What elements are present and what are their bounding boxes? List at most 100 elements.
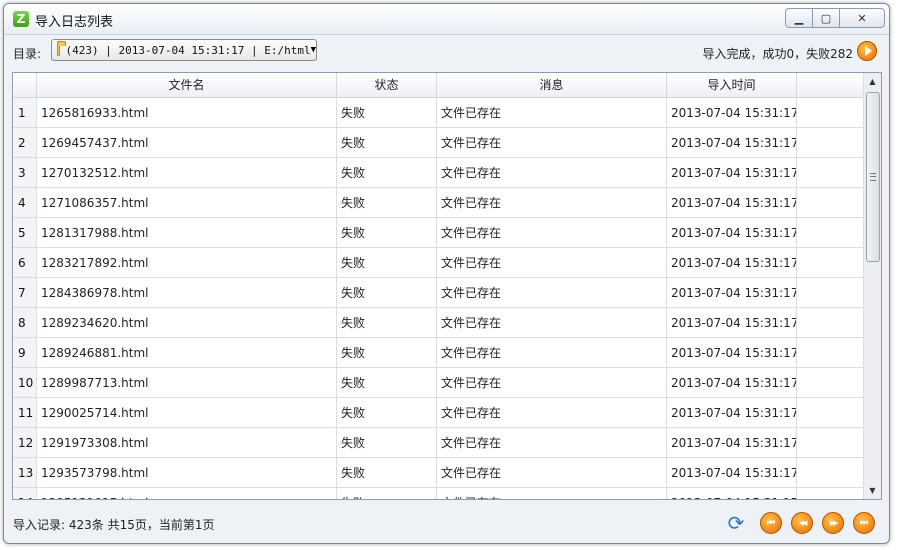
row-message: 文件已存在	[437, 308, 667, 338]
row-status: 失败	[337, 458, 437, 488]
row-status: 失败	[337, 98, 437, 128]
row-status: 失败	[337, 278, 437, 308]
row-index: 11	[13, 398, 37, 428]
table-row[interactable]: 3 1270132512.html 失败 文件已存在 2013-07-04 15:31:…	[13, 158, 865, 188]
window-controls: ▁ ▢ ✕	[785, 8, 885, 28]
row-filename: 1271086357.html	[37, 188, 337, 218]
row-import-time: 2013-07-04 15:31:17	[667, 188, 797, 218]
row-import-time: 2013-07-04 15:31:17	[667, 488, 797, 499]
table-row[interactable]: 1 1265816933.html 失败 文件已存在 2013-07-04 15:31:…	[13, 98, 865, 128]
row-filename: 1290025714.html	[37, 398, 337, 428]
row-message: 文件已存在	[437, 158, 667, 188]
table-row[interactable]: 9 1289246881.html 失败 文件已存在 2013-07-04 15:31:…	[13, 338, 865, 368]
maximize-button[interactable]: ▢	[812, 8, 840, 28]
row-filler	[797, 398, 865, 428]
directory-dropdown[interactable]: (423) | 2013-07-04 15:31:17 | E:/html ▼	[51, 39, 317, 61]
scrollbar-thumb[interactable]	[866, 92, 880, 262]
import-log-window: Z 导入日志列表 ▁ ▢ ✕ 目录: (423) | 2013-07-04 15…	[3, 3, 890, 544]
table-row[interactable]: 8 1289234620.html 失败 文件已存在 2013-07-04 15:31:…	[13, 308, 865, 338]
refresh-button[interactable]: ⟳	[725, 511, 747, 535]
table-row[interactable]: 141295131015.html失败文件已存在2013-07-04 15:31…	[13, 488, 865, 499]
row-filler	[797, 338, 865, 368]
row-message: 文件已存在	[437, 188, 667, 218]
row-import-time: 2013-07-04 15:31:17	[667, 458, 797, 488]
row-filler	[797, 278, 865, 308]
scroll-up-icon[interactable]: ▲	[864, 73, 881, 90]
dropdown-arrow-icon: ▼	[310, 45, 316, 55]
row-import-time: 2013-07-04 15:31:17	[667, 368, 797, 398]
row-filler	[797, 158, 865, 188]
row-filename: 1283217892.html	[37, 248, 337, 278]
header-index	[13, 73, 37, 97]
row-filename: 1284386978.html	[37, 278, 337, 308]
row-import-time: 2013-07-04 15:31:17	[667, 338, 797, 368]
row-import-time: 2013-07-04 15:31:17	[667, 98, 797, 128]
next-page-button[interactable]: ▶▶	[822, 512, 844, 534]
table-row[interactable]: 11 1290025714.html 失败 文件已存在 2013-07-04 15:31…	[13, 398, 865, 428]
last-page-button[interactable]: ⏭	[853, 512, 875, 534]
import-status-text: 导入完成，成功0，失败282	[702, 47, 853, 61]
row-import-time: 2013-07-04 15:31:17	[667, 128, 797, 158]
row-index: 1	[13, 98, 37, 128]
header-import-time[interactable]: 导入时间	[667, 73, 797, 97]
table-row[interactable]: 13 1293573798.html 失败 文件已存在 2013-07-04 15:31…	[13, 458, 865, 488]
scroll-down-icon[interactable]: ▼	[864, 482, 881, 499]
row-filler	[797, 308, 865, 338]
footer: 导入记录: 423条 共15页，当前第1页 ⟳ ⏮ ◀◀ ▶▶ ⏭	[4, 504, 889, 542]
row-status: 失败	[337, 188, 437, 218]
header-message[interactable]: 消息	[437, 73, 667, 97]
row-filler	[797, 188, 865, 218]
table-row[interactable]: 12 1291973308.html 失败 文件已存在 2013-07-04 15:31…	[13, 428, 865, 458]
prev-page-button[interactable]: ◀◀	[791, 512, 813, 534]
row-status: 失败	[337, 218, 437, 248]
row-filename: 1289246881.html	[37, 338, 337, 368]
table-row[interactable]: 7 1284386978.html 失败 文件已存在 2013-07-04 15:31:…	[13, 278, 865, 308]
table-row[interactable]: 4 1271086357.html 失败 文件已存在 2013-07-04 15:31:…	[13, 188, 865, 218]
maximize-icon: ▢	[820, 11, 832, 25]
row-index: 14	[13, 488, 37, 499]
header-filename[interactable]: 文件名	[37, 73, 337, 97]
row-message: 文件已存在	[437, 278, 667, 308]
row-import-time: 2013-07-04 15:31:17	[667, 428, 797, 458]
row-message: 文件已存在	[437, 128, 667, 158]
grip-icon	[870, 173, 876, 181]
last-page-icon: ⏭	[859, 518, 869, 528]
title-bar[interactable]: Z 导入日志列表 ▁ ▢ ✕	[4, 4, 889, 35]
directory-label: 目录:	[13, 47, 42, 61]
table-row[interactable]: 5 1281317988.html 失败 文件已存在 2013-07-04 15:31:…	[13, 218, 865, 248]
vertical-scrollbar[interactable]: ▲ ▼	[863, 73, 881, 499]
first-page-button[interactable]: ⏮	[760, 512, 782, 534]
log-table: 文件名 状态 消息 导入时间 1 1265816933.html 失败 文件已存在 20…	[12, 72, 882, 500]
window-title: 导入日志列表	[35, 15, 114, 30]
minimize-button[interactable]: ▁	[785, 8, 813, 28]
row-index: 12	[13, 428, 37, 458]
row-message: 文件已存在	[437, 368, 667, 398]
start-import-button[interactable]	[857, 41, 877, 61]
refresh-icon: ⟳	[727, 511, 745, 535]
toolbar: 目录: (423) | 2013-07-04 15:31:17 | E:/htm…	[4, 34, 889, 70]
next-page-icon: ▶▶	[829, 519, 839, 527]
row-status: 失败	[337, 158, 437, 188]
row-message: 文件已存在	[437, 458, 667, 488]
row-index: 9	[13, 338, 37, 368]
row-import-time: 2013-07-04 15:31:17	[667, 308, 797, 338]
header-status[interactable]: 状态	[337, 73, 437, 97]
row-index: 10	[13, 368, 37, 398]
row-message: 文件已存在	[437, 428, 667, 458]
close-button[interactable]: ✕	[839, 8, 885, 28]
table-row[interactable]: 2 1269457437.html 失败 文件已存在 2013-07-04 15:31:…	[13, 128, 865, 158]
table-row[interactable]: 6 1283217892.html 失败 文件已存在 2013-07-04 15:31:…	[13, 248, 865, 278]
row-index: 8	[13, 308, 37, 338]
row-import-time: 2013-07-04 15:31:17	[667, 278, 797, 308]
row-index: 7	[13, 278, 37, 308]
row-index: 4	[13, 188, 37, 218]
row-filename: 1270132512.html	[37, 158, 337, 188]
row-message: 文件已存在	[437, 98, 667, 128]
row-index: 3	[13, 158, 37, 188]
table-row[interactable]: 10 1289987713.html 失败 文件已存在 2013-07-04 15:31…	[13, 368, 865, 398]
first-page-icon: ⏮	[766, 518, 776, 528]
row-index: 6	[13, 248, 37, 278]
row-status: 失败	[337, 128, 437, 158]
row-filename: 1265816933.html	[37, 98, 337, 128]
row-message: 文件已存在	[437, 398, 667, 428]
